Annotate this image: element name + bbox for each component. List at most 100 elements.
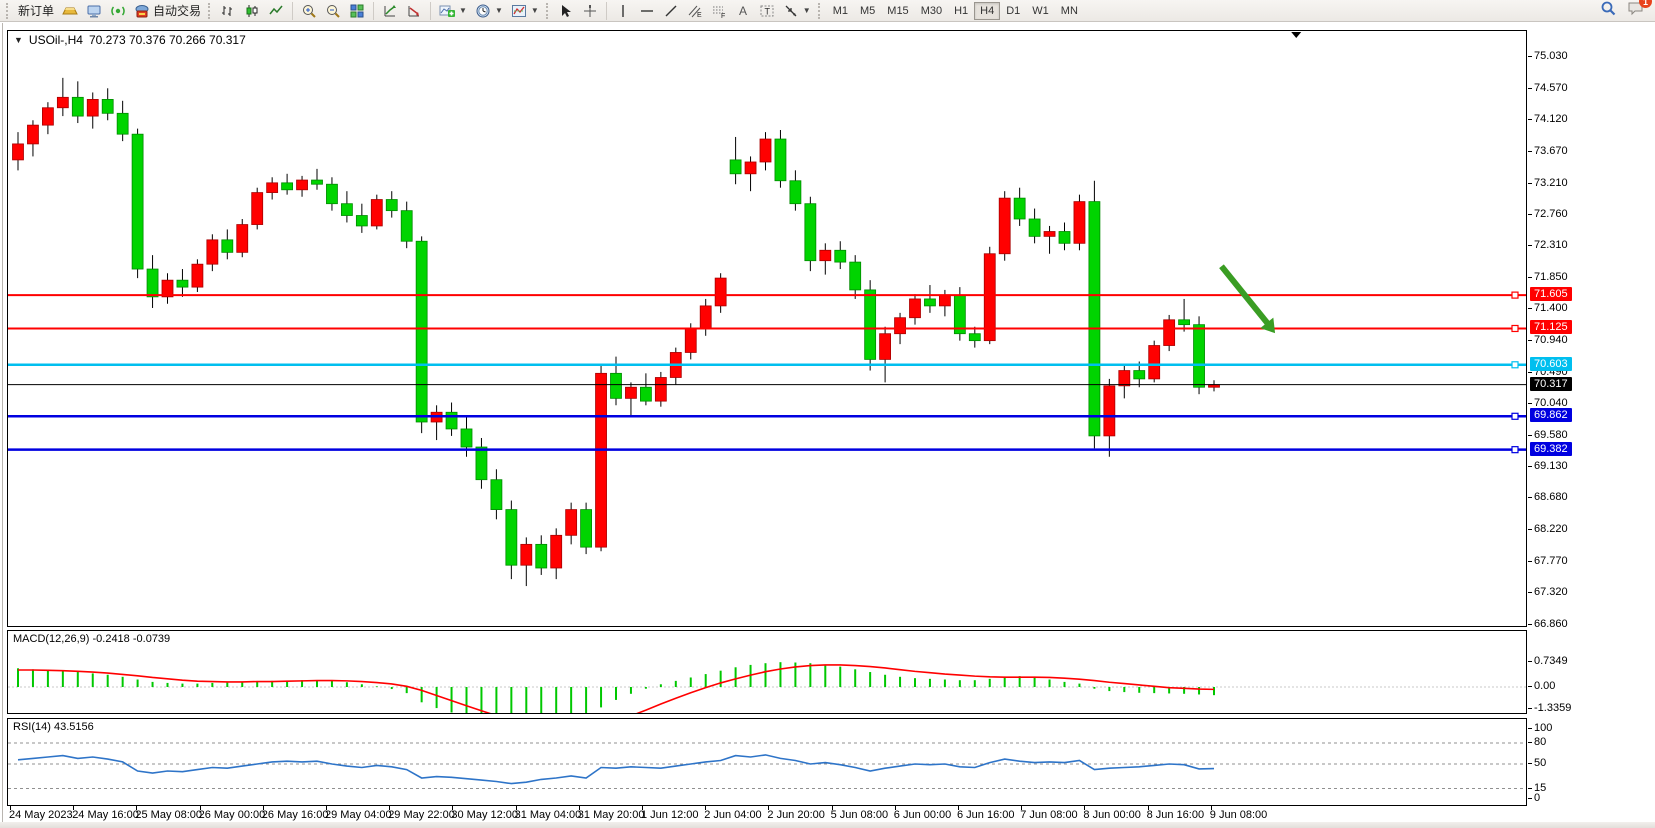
price-axis-label: 75.030 <box>1534 50 1568 62</box>
timeframe-button-W1[interactable]: W1 <box>1026 2 1055 20</box>
toolbar-grip[interactable] <box>6 3 11 19</box>
rsi-axis-label: 80 <box>1534 736 1546 748</box>
macd-signal-value: -0.0739 <box>133 633 170 645</box>
new-order-label: 新订单 <box>18 2 54 19</box>
terminal-icon[interactable] <box>83 1 105 21</box>
timeframe-button-D1[interactable]: D1 <box>1000 2 1026 20</box>
time-axis-label: 6 Jun 00:00 <box>894 809 952 821</box>
timeframe-button-H1[interactable]: H1 <box>948 2 974 20</box>
price-axis-label: 67.770 <box>1534 555 1568 567</box>
price-axis[interactable]: 75.03074.57074.12073.67073.21072.76072.3… <box>1528 30 1655 828</box>
chevron-down-icon: ▼ <box>459 6 467 15</box>
timeframe-button-MN[interactable]: MN <box>1055 2 1084 20</box>
macd-chart <box>8 631 1526 713</box>
timeframe-button-M1[interactable]: M1 <box>827 2 854 20</box>
rsi-axis-label: 100 <box>1534 722 1552 734</box>
fibo-fan-icon[interactable]: F <box>708 1 730 21</box>
rsi-panel[interactable]: RSI(14) 43.5156 <box>7 718 1527 806</box>
axis-tick <box>1528 403 1532 404</box>
axis-tick <box>1528 151 1532 152</box>
zoom-out-icon[interactable] <box>322 1 344 21</box>
vertical-line-icon[interactable] <box>612 1 634 21</box>
axis-tick <box>1528 277 1532 278</box>
bar-chart-icon[interactable] <box>217 1 239 21</box>
text-label-icon[interactable]: T <box>756 1 778 21</box>
ohlc-values: 70.273 70.376 70.266 70.317 <box>89 33 246 47</box>
profile-chart-up-icon[interactable] <box>379 1 401 21</box>
price-axis-label: 73.210 <box>1534 177 1568 189</box>
axis-tick <box>1528 661 1532 662</box>
chart-dropdown-icon[interactable]: ▼ <box>14 35 23 45</box>
timeframe-button-M30[interactable]: M30 <box>915 2 948 20</box>
toolbar-grip[interactable] <box>208 3 213 19</box>
axis-tick <box>1528 466 1532 467</box>
chevron-down-icon: ▼ <box>803 6 811 15</box>
axis-tick <box>1528 340 1532 341</box>
text-icon[interactable]: A <box>732 1 754 21</box>
time-axis-label: 6 Jun 16:00 <box>957 809 1015 821</box>
toolbar-grip[interactable] <box>818 3 823 19</box>
axis-tick <box>1528 372 1532 373</box>
timeframe-button-H4[interactable]: H4 <box>974 2 1000 20</box>
autotrading-icon <box>134 3 150 19</box>
fibo-channel-icon[interactable]: E <box>684 1 706 21</box>
chat-button[interactable]: 1 <box>1627 0 1645 21</box>
macd-panel[interactable]: MACD(12,26,9) -0.2418 -0.0739 <box>7 630 1527 714</box>
time-axis-label: 26 May 16:00 <box>262 809 329 821</box>
price-axis-label: 70.940 <box>1534 334 1568 346</box>
svg-text:E: E <box>697 12 702 19</box>
time-axis-label: 9 Jun 08:00 <box>1210 809 1268 821</box>
main-chart-panel[interactable]: ▼ USOil-,H4 70.273 70.376 70.266 70.317 <box>7 30 1527 627</box>
axis-tick <box>1528 592 1532 593</box>
search-icon[interactable] <box>1600 0 1617 22</box>
gold-ingot-icon[interactable] <box>59 1 81 21</box>
window-left-border <box>2 23 3 828</box>
chevron-down-icon: ▼ <box>495 6 503 15</box>
arrows-button[interactable]: ▼ <box>780 1 814 21</box>
axis-tick <box>1528 529 1532 530</box>
toolbar-grip[interactable] <box>546 3 551 19</box>
autotrading-button[interactable]: 自动交易 <box>131 1 204 21</box>
axis-tick <box>1528 88 1532 89</box>
cursor-icon[interactable] <box>555 1 577 21</box>
time-axis-label: 30 May 12:00 <box>451 809 518 821</box>
line-chart-icon[interactable] <box>265 1 287 21</box>
tile-windows-icon[interactable] <box>346 1 368 21</box>
timeframe-button-M15[interactable]: M15 <box>881 2 914 20</box>
price-level-badge: 70.603 <box>1530 357 1572 371</box>
indicators-add-button[interactable]: ▼ <box>436 1 470 21</box>
time-axis-label: 24 May 2023 <box>9 809 73 821</box>
window-bottom-edge <box>0 822 1655 828</box>
time-axis[interactable]: 24 May 202324 May 16:0025 May 08:0026 Ma… <box>7 806 1527 822</box>
price-level-badge: 71.605 <box>1530 287 1572 301</box>
axis-tick <box>1528 435 1532 436</box>
new-order-button[interactable]: 新订单 <box>15 1 57 21</box>
axis-tick <box>1528 763 1532 764</box>
time-axis-label: 7 Jun 08:00 <box>1020 809 1078 821</box>
template-chart-button[interactable]: ▼ <box>508 1 542 21</box>
crosshair-icon[interactable] <box>579 1 601 21</box>
price-axis-label: 74.120 <box>1534 113 1568 125</box>
autotrading-label: 自动交易 <box>153 2 201 19</box>
price-level-badge: 69.382 <box>1530 442 1572 456</box>
signal-icon[interactable] <box>107 1 129 21</box>
rsi-value: 43.5156 <box>54 721 94 733</box>
price-axis-label: 72.760 <box>1534 208 1568 220</box>
periods-clock-button[interactable]: ▼ <box>472 1 506 21</box>
profile-chart-down-icon[interactable] <box>403 1 425 21</box>
price-axis-label: 67.320 <box>1534 586 1568 598</box>
rsi-axis-label: 50 <box>1534 757 1546 769</box>
price-level-badge: 69.862 <box>1530 408 1572 422</box>
trendline-icon[interactable] <box>660 1 682 21</box>
horizontal-line-icon[interactable] <box>636 1 658 21</box>
price-axis-label: 66.860 <box>1534 618 1568 630</box>
macd-label: MACD(12,26,9) -0.2418 -0.0739 <box>13 633 170 645</box>
candle-chart-icon[interactable] <box>241 1 263 21</box>
svg-text:T: T <box>764 6 770 16</box>
zoom-in-icon[interactable] <box>298 1 320 21</box>
timeframe-button-M5[interactable]: M5 <box>854 2 881 20</box>
symbol-timeframe-label: USOil-,H4 <box>29 33 83 47</box>
axis-tick <box>1528 788 1532 789</box>
time-axis-label: 31 May 04:00 <box>515 809 582 821</box>
candlestick-chart[interactable] <box>8 31 1526 626</box>
